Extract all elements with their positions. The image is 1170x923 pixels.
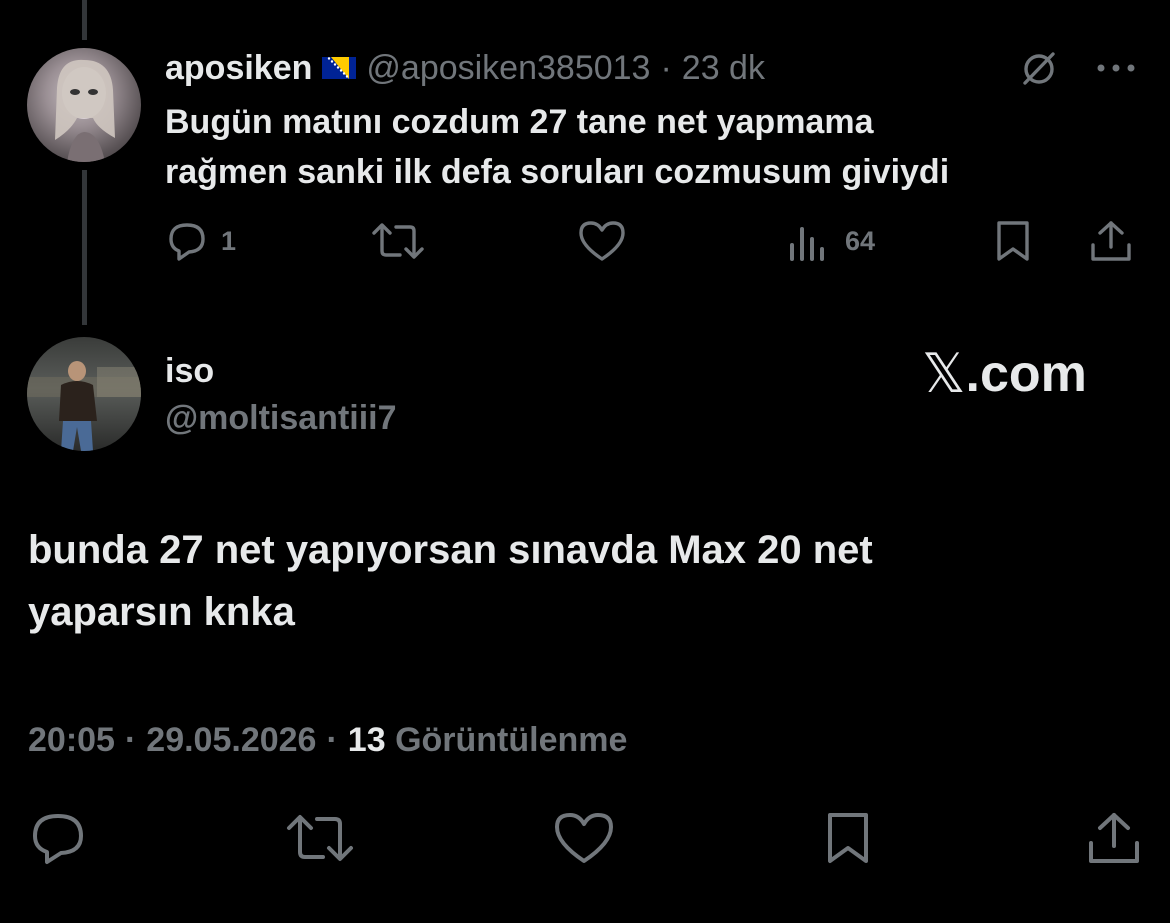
reply-text: bunda 27 net yapıyorsan sınavda Max 20 n… <box>28 519 873 643</box>
x-logo: 𝕏 <box>922 342 966 405</box>
views-meta[interactable]: 13 Görüntülenme <box>348 718 628 762</box>
views-number: 13 <box>347 721 386 759</box>
action-bar-main <box>20 806 1150 870</box>
display-name[interactable]: aposiken <box>165 49 312 88</box>
tweet-time[interactable]: 20:05 <box>28 718 115 762</box>
reply-icon[interactable] <box>26 806 90 870</box>
watermark-text: .com <box>965 345 1087 403</box>
separator: · <box>326 721 338 759</box>
avatar-image <box>55 59 115 162</box>
tweet-meta: 20:05 · 29.05.2026 · 13 Görüntülenme <box>28 718 627 762</box>
avatar-image <box>27 361 141 451</box>
views-icon <box>787 219 827 263</box>
views-label: Görüntülenme <box>395 721 628 759</box>
grok-icon[interactable] <box>1016 46 1062 90</box>
flag-icon <box>322 57 357 79</box>
bookmark-icon[interactable] <box>818 806 878 870</box>
share-icon[interactable] <box>1088 214 1134 268</box>
timestamp[interactable]: 23 dk <box>682 49 765 88</box>
retweet-icon[interactable] <box>284 806 356 870</box>
tweet-text-line: rağmen sanki ilk defa soruları cozmusum … <box>165 153 950 191</box>
tweet-text: Bugün matını cozdum 27 tane net yapmama … <box>165 97 949 197</box>
reply-button[interactable]: 1 <box>165 214 236 268</box>
tweet-text-line: Bugün matını cozdum 27 tane net yapmama <box>165 103 874 141</box>
share-icon[interactable] <box>1082 806 1146 870</box>
handle[interactable]: @aposiken385013 <box>366 49 650 88</box>
view-count: 64 <box>845 225 876 256</box>
avatar[interactable] <box>27 337 141 451</box>
separator: · <box>660 48 672 87</box>
avatar[interactable] <box>27 48 141 162</box>
reply-icon <box>165 219 209 263</box>
like-icon[interactable] <box>577 214 627 268</box>
reply-count: 1 <box>221 225 237 256</box>
separator: · <box>124 721 137 759</box>
x-watermark: 𝕏 .com <box>922 344 1087 404</box>
tweet-header: aposiken @aposiken385013 · 23 dk <box>165 46 765 90</box>
action-bar: 1 64 <box>165 214 1140 268</box>
reply-text-line: yaparsın knka <box>28 590 295 634</box>
like-icon[interactable] <box>548 806 620 870</box>
thread-line <box>82 170 87 325</box>
handle[interactable]: @moltisantiii7 <box>165 398 397 438</box>
views-button[interactable]: 64 <box>787 214 875 268</box>
reply-text-line: bunda 27 net yapıyorsan sınavda Max 20 n… <box>28 528 873 572</box>
more-icon[interactable] <box>1092 46 1140 90</box>
bookmark-icon[interactable] <box>993 214 1033 268</box>
thread-line-top <box>82 0 87 40</box>
tweet-date[interactable]: 29.05.2026 <box>146 718 316 762</box>
display-name[interactable]: iso <box>165 351 214 391</box>
retweet-icon[interactable] <box>370 214 426 268</box>
